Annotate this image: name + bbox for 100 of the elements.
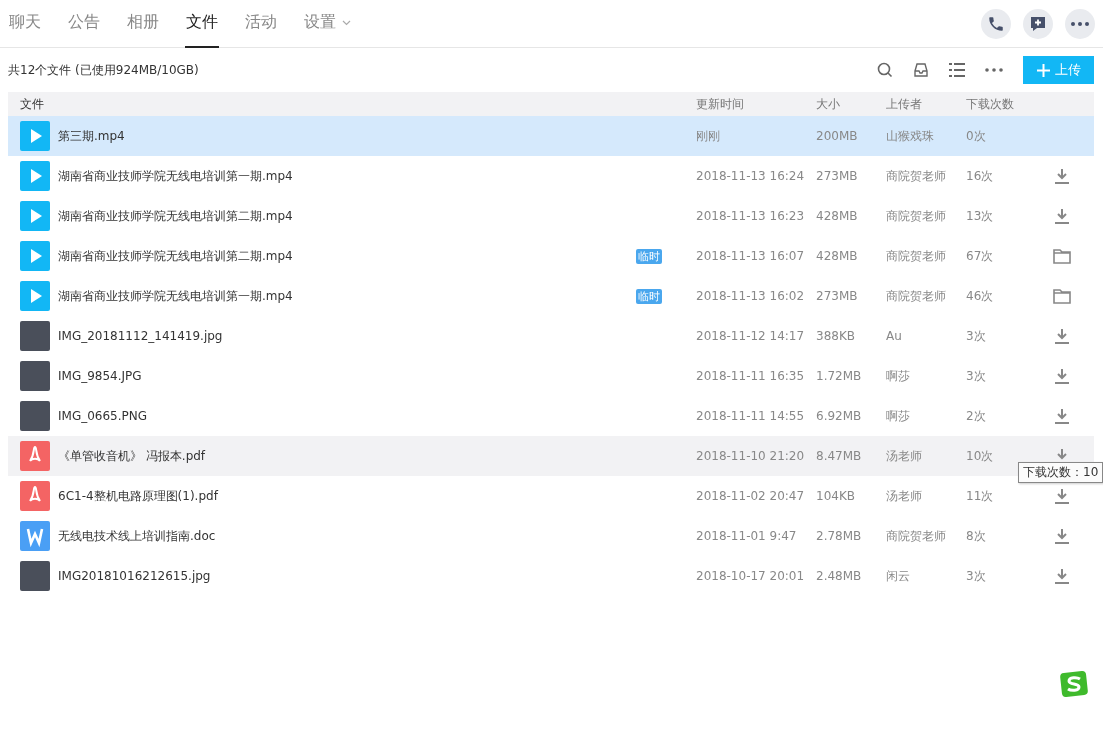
table-cell-text: 山猴戏珠 (886, 127, 935, 145)
folder-icon[interactable] (1053, 248, 1071, 264)
table-cell-text: 商院贺老师 (886, 207, 947, 225)
table-cell-text: 2018-10-17 20:01 (696, 569, 806, 583)
photo-placeholder (20, 321, 50, 351)
table-cell-text: 388KB (816, 329, 856, 343)
table-cell-text: 2.48MB (816, 569, 863, 583)
file-row[interactable]: IMG_0665.PNG 2018-11-11 14:55 6.92MB 啊莎 2次 (8, 396, 1094, 436)
temporary-tag: 临时 (636, 248, 662, 264)
table-cell-text: 428MB (816, 249, 859, 263)
input-method-logo-icon (1060, 671, 1088, 697)
file-name: 无线电技术线上培训指南.doc (58, 527, 217, 545)
file-name: 《单管收音机》 冯报本.pdf (58, 447, 207, 465)
file-row[interactable]: 湖南省商业技师学院无线电培训第二期.mp4 2018-11-13 16:23 428MB 商院贺老师 13次 (8, 196, 1094, 236)
download-icon[interactable] (1055, 568, 1069, 584)
table-cell-text: 商院贺老师 (886, 247, 947, 265)
search-icon[interactable] (877, 62, 893, 78)
table-cell-text: 13次 (966, 207, 995, 225)
file-name: IMG_20181112_141419.jpg (58, 329, 224, 343)
table-cell-text: 1.72MB (816, 369, 863, 383)
video-file-icon (20, 121, 50, 151)
pdf-file-icon (20, 481, 50, 511)
table-cell-text: 6.92MB (816, 409, 863, 423)
photo-placeholder (20, 561, 50, 591)
table-cell-text: 2018-11-11 16:35 (696, 369, 806, 383)
table-cell-text: 11次 (966, 487, 995, 505)
photo-placeholder (20, 401, 50, 431)
table-cell-text: 8.47MB (816, 449, 863, 463)
download-icon[interactable] (1055, 408, 1069, 424)
table-cell-text: 啊莎 (886, 407, 911, 425)
column-header: 更新时间 (696, 95, 745, 113)
tab[interactable]: 聊天 (8, 0, 42, 48)
file-count-summary: 共12个文件 (已使用924MB/10GB) (8, 61, 199, 79)
table-cell-text: 2次 (966, 407, 987, 425)
table-cell-text: 3次 (966, 567, 987, 585)
table-cell-text: 200MB (816, 129, 859, 143)
plus-icon (1036, 63, 1050, 77)
download-icon[interactable] (1055, 208, 1069, 224)
table-cell-text: 0次 (966, 127, 987, 145)
photo-placeholder (20, 361, 50, 391)
table-cell-text: 8次 (966, 527, 987, 545)
file-name: 湖南省商业技师学院无线电培训第一期.mp4 (58, 167, 294, 185)
table-cell-text: 2018-11-11 14:55 (696, 409, 806, 423)
download-icon[interactable] (1055, 488, 1069, 504)
tooltip: 下载次数：10 (1018, 462, 1103, 483)
table-cell-text: 啊莎 (886, 367, 911, 385)
table-cell-text: 汤老师 (886, 487, 923, 505)
table-cell-text: 2018-11-10 21:20 (696, 449, 806, 463)
table-cell-text: 2.78MB (816, 529, 863, 543)
more-button[interactable] (1065, 8, 1095, 39)
tab[interactable]: 活动 (244, 0, 278, 48)
list-icon[interactable] (949, 63, 965, 77)
file-row[interactable]: 第三期.mp4 刚刚 200MB 山猴戏珠 0次 (8, 116, 1094, 156)
inbox-icon[interactable] (913, 62, 929, 78)
file-row[interactable]: 湖南省商业技师学院无线电培训第一期.mp4 2018-11-13 16:24 273MB 商院贺老师 16次 (8, 156, 1094, 196)
column-header: 大小 (816, 95, 841, 113)
table-cell-text: 428MB (816, 209, 859, 223)
file-row[interactable]: IMG20181016212615.jpg 2018-10-17 20:01 2.48MB 闲云 3次 (8, 556, 1094, 596)
table-cell-text: 273MB (816, 169, 859, 183)
download-icon[interactable] (1055, 168, 1069, 184)
video-file-icon (20, 161, 50, 191)
download-icon[interactable] (1055, 328, 1069, 344)
column-header: 上传者 (886, 95, 923, 113)
column-header: 下载次数 (966, 95, 1015, 113)
add-message-button[interactable] (1023, 8, 1053, 39)
temporary-tag: 临时 (636, 288, 662, 304)
file-name: IMG_9854.JPG (58, 369, 143, 383)
video-file-icon (20, 241, 50, 271)
more-icon (1071, 21, 1089, 26)
table-cell-text: 2018-11-13 16:23 (696, 209, 806, 223)
file-row[interactable]: IMG_9854.JPG 2018-11-11 16:35 1.72MB 啊莎 3次 (8, 356, 1094, 396)
tab[interactable]: 公告 (67, 0, 101, 48)
tab[interactable]: 文件 (185, 0, 219, 48)
phone-button[interactable] (981, 8, 1011, 39)
file-name: 湖南省商业技师学院无线电培训第二期.mp4 (58, 247, 294, 265)
table-cell-text: 商院贺老师 (886, 287, 947, 305)
table-cell-text: Au (886, 329, 903, 343)
file-name: 湖南省商业技师学院无线电培训第一期.mp4 (58, 287, 294, 305)
phone-icon (987, 14, 1005, 33)
table-cell-text: 2018-11-01 9:47 (696, 529, 798, 543)
table-cell-text: 刚刚 (696, 127, 721, 145)
table-cell-text: 2018-11-13 16:07 (696, 249, 806, 263)
word-file-icon (20, 521, 50, 551)
folder-icon[interactable] (1053, 288, 1071, 304)
pdf-file-icon (20, 441, 50, 471)
file-row[interactable]: 湖南省商业技师学院无线电培训第二期.mp4 临时 2018-11-13 16:07 428MB 商院贺老师 67次 (8, 236, 1094, 276)
table-cell-text: 2018-11-13 16:02 (696, 289, 806, 303)
tab[interactable]: 相册 (126, 0, 160, 48)
more-icon[interactable] (985, 68, 1003, 72)
download-icon[interactable] (1055, 368, 1069, 384)
table-cell-text: 商院贺老师 (886, 167, 947, 185)
table-cell-text: 10次 (966, 447, 995, 465)
table-cell-text: 46次 (966, 287, 995, 305)
file-row[interactable]: 湖南省商业技师学院无线电培训第一期.mp4 临时 2018-11-13 16:02 273MB 商院贺老师 46次 (8, 276, 1094, 316)
table-cell-text: 16次 (966, 167, 995, 185)
tab[interactable]: 设置 (303, 0, 352, 48)
file-row[interactable]: IMG_20181112_141419.jpg 2018-11-12 14:17 388KB Au 3次 (8, 316, 1094, 356)
table-cell-text: 2018-11-02 20:47 (696, 489, 806, 503)
download-icon[interactable] (1055, 528, 1069, 544)
file-row[interactable]: 无线电技术线上培训指南.doc 2018-11-01 9:47 2.78MB 商院贺老师 8次 (8, 516, 1094, 556)
